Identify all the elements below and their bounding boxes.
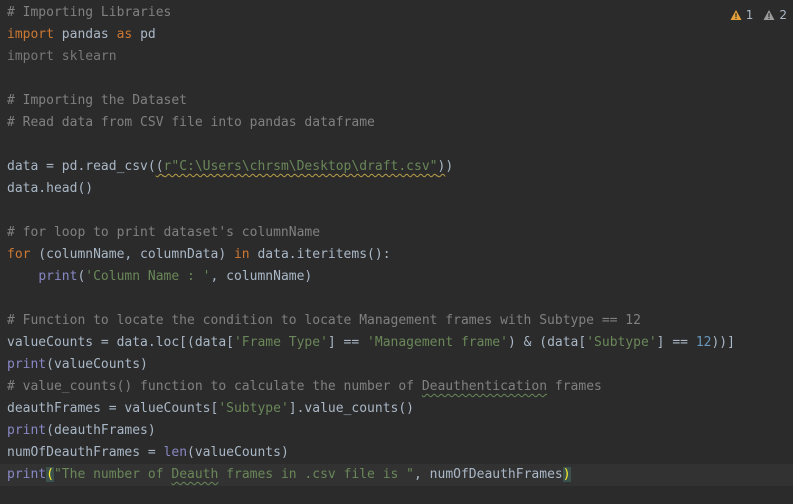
matched-paren: ( xyxy=(46,467,54,482)
code-line[interactable]: # value_counts() function to calculate t… xyxy=(7,376,787,398)
string-literal: 'Management frame' xyxy=(367,335,508,350)
code-line[interactable]: data = pd.read_csv((r"C:\Users\chrsm\Des… xyxy=(7,156,787,178)
code-token: , columnName) xyxy=(210,269,313,284)
code-token: ))] xyxy=(711,335,735,350)
string-literal: 'Column Name : ' xyxy=(85,269,211,284)
code-token: data.iteritems(): xyxy=(249,247,391,262)
code-token: data = pd.read_csv( xyxy=(7,159,156,174)
redundant-parentheses-warning: (r"C:\Users\chrsm\Desktop\draft.csv") xyxy=(156,159,446,174)
code-line[interactable]: # for loop to print dataset's columnName xyxy=(7,222,787,244)
code-token: valueCounts = data.loc[(data[ xyxy=(7,335,234,350)
code-token: pandas xyxy=(53,27,117,42)
builtin-function: print xyxy=(7,467,47,482)
comment-token: frames xyxy=(547,379,602,394)
code-line[interactable]: # Read data from CSV file into pandas da… xyxy=(7,112,787,134)
code-token: pd xyxy=(132,27,156,42)
code-token: , numOfDeauthFrames xyxy=(414,467,563,482)
code-editor[interactable]: 1 2 # Importing Libraries import pandas … xyxy=(0,0,793,504)
matched-paren: ) xyxy=(562,467,571,482)
comment-token: # value_counts() function to calculate t… xyxy=(7,379,422,394)
builtin-function: print xyxy=(7,357,47,372)
code-token: numOfDeauthFrames = xyxy=(7,445,164,460)
code-line[interactable]: # Function to locate the condition to lo… xyxy=(7,310,787,332)
string-literal: frames in .csv file is " xyxy=(218,467,415,482)
keyword: in xyxy=(233,247,250,262)
code-line-unused-import[interactable]: import sklearn xyxy=(7,46,787,68)
string-literal: "The number of xyxy=(53,467,172,482)
string-literal: 'Subtype' xyxy=(586,335,657,350)
code-line[interactable]: # Importing the Dataset xyxy=(7,90,787,112)
keyword: import xyxy=(7,27,54,42)
code-token: ] == xyxy=(656,335,696,350)
string-literal: 'Frame Type' xyxy=(233,335,328,350)
code-line[interactable]: print('Column Name : ', columnName) xyxy=(7,266,787,288)
code-token: (valueCounts) xyxy=(187,445,289,460)
builtin-function: print xyxy=(7,423,47,438)
code-token: ] == xyxy=(327,335,368,350)
code-token: ) xyxy=(445,159,454,174)
code-token: (valueCounts) xyxy=(46,357,148,372)
builtin-function: len xyxy=(163,445,188,460)
typo-warning: Deauthentication xyxy=(421,379,548,394)
code-token: (columnName, columnData) xyxy=(30,247,234,262)
string-literal: 'Subtype' xyxy=(218,401,289,416)
keyword: for xyxy=(7,247,31,262)
code-line[interactable]: print(deauthFrames) xyxy=(7,420,787,442)
code-line-current[interactable]: print("The number of Deauth frames in .c… xyxy=(7,464,787,486)
code-line[interactable]: for (columnName, columnData) in data.ite… xyxy=(7,244,787,266)
code-token: ( xyxy=(155,159,164,174)
code-token: (deauthFrames) xyxy=(46,423,156,438)
code-line[interactable]: import pandas as pd xyxy=(7,24,787,46)
typo-warning: Deauth xyxy=(171,467,219,482)
code-token: ) & (data[ xyxy=(507,335,587,350)
code-token: ].value_counts() xyxy=(288,401,415,416)
builtin-function: print xyxy=(38,269,78,284)
code-token: deauthFrames = valueCounts[ xyxy=(7,401,219,416)
code-line[interactable]: valueCounts = data.loc[(data['Frame Type… xyxy=(7,332,787,354)
keyword: as xyxy=(116,27,133,42)
code-line[interactable]: deauthFrames = valueCounts['Subtype'].va… xyxy=(7,398,787,420)
code-line[interactable]: data.head() xyxy=(7,178,787,200)
string-literal: r"C:\Users\chrsm\Desktop\draft.csv" xyxy=(163,159,438,174)
code-line[interactable]: print(valueCounts) xyxy=(7,354,787,376)
code-line[interactable]: # Importing Libraries xyxy=(7,2,787,24)
code-line[interactable]: numOfDeauthFrames = len(valueCounts) xyxy=(7,442,787,464)
number-literal: 12 xyxy=(695,335,712,350)
